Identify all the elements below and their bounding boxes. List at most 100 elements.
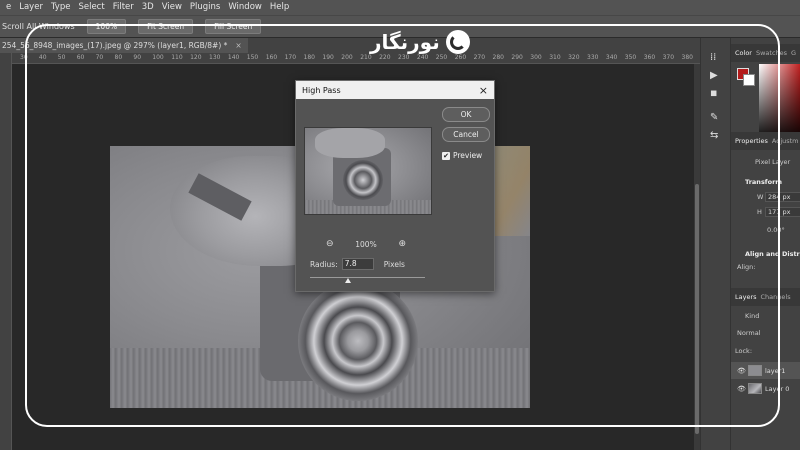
tab-properties[interactable]: Properties <box>735 137 768 145</box>
preview-checkbox[interactable]: ✔ <box>442 151 450 160</box>
comment-icon[interactable]: ◾ <box>710 88 717 99</box>
preview-checkbox-group[interactable]: ✔ Preview <box>442 151 482 160</box>
panel-tool-strip: ⁞⁞ ▶ ◾ ✎ ⇆ <box>700 38 730 450</box>
align-label: Align: <box>737 263 756 271</box>
tab-channels[interactable]: Channels <box>761 293 791 301</box>
layer-row-layer0[interactable]: 👁 Layer 0 <box>731 380 800 397</box>
preview-zoom-value: 100% <box>355 239 377 249</box>
close-icon[interactable]: × <box>479 85 488 96</box>
menu-edit[interactable]: e <box>2 0 15 15</box>
radius-input[interactable]: 7.8 <box>341 258 374 270</box>
blend-mode-select[interactable]: Normal <box>737 329 761 337</box>
ruler-tick-label: 250 <box>435 54 448 61</box>
tab-layers[interactable]: Layers <box>735 293 757 301</box>
ruler-tick-label: 300 <box>530 54 542 61</box>
ruler-tick-label: 140 <box>227 54 240 61</box>
document-tab[interactable]: 254_56_8948_images_(17).jpeg @ 297% (lay… <box>0 38 248 53</box>
ruler-horizontal[interactable]: 30 40 50 60 70 80 90 100 110 120 130 140 150 160 170 18… <box>12 53 700 64</box>
ruler-tick-label: 170 <box>284 54 297 61</box>
ruler-tick-label: 30 <box>20 54 28 61</box>
eye-icon[interactable]: 👁 <box>737 367 746 375</box>
radius-unit: Pixels <box>383 259 405 269</box>
radius-label: Radius: <box>310 259 338 269</box>
scroll-all-windows-checkbox[interactable]: Scroll All Windows <box>2 22 75 31</box>
high-pass-dialog: High Pass × OK Cancel ✔ Preview ⊖ 100% ⊕… <box>295 80 495 292</box>
ok-button[interactable]: OK <box>442 107 490 122</box>
brush-icon[interactable]: ✎ <box>710 112 718 123</box>
preview-camera-lens <box>343 160 383 200</box>
dialog-titlebar[interactable]: High Pass × <box>296 81 494 99</box>
tab-swatches[interactable]: Swatches <box>756 49 787 57</box>
ruler-tick-label: 230 <box>398 54 410 61</box>
filter-preview[interactable] <box>304 127 432 215</box>
camera-lens <box>298 281 418 401</box>
ruler-tick-label: 150 <box>246 54 259 61</box>
adjust-icon[interactable]: ⇆ <box>710 130 718 141</box>
ruler-tick-label: 120 <box>190 54 202 61</box>
layer-kind-filter[interactable]: Kind <box>745 312 759 320</box>
properties-panel-tabs: Properties Adjustm <box>731 132 800 150</box>
tab-color[interactable]: Color <box>735 49 752 57</box>
ruler-tick-label: 90 <box>133 54 142 61</box>
scrollbar-thumb[interactable] <box>695 184 699 434</box>
menu-filter[interactable]: Filter <box>109 0 138 15</box>
ruler-vertical[interactable] <box>0 53 12 450</box>
layer-row-layer1[interactable]: 👁 layer1 <box>731 362 800 379</box>
menu-window[interactable]: Window <box>224 0 266 15</box>
layer-name: Layer 0 <box>765 384 790 393</box>
height-field[interactable]: 177 px <box>765 207 800 217</box>
ruler-tick-label: 340 <box>605 54 618 61</box>
ruler-tick-label: 360 <box>643 54 656 61</box>
preview-zoom-controls: ⊖ 100% ⊕ <box>326 239 406 249</box>
align-distribute-heading[interactable]: Align and Distribu <box>745 250 800 258</box>
radius-slider-thumb[interactable] <box>345 278 351 283</box>
zoom-100-button[interactable]: 100% <box>86 19 127 34</box>
width-field[interactable]: 284 px <box>765 192 800 202</box>
ruler-tick-label: 350 <box>624 54 637 61</box>
watermark-logo: نورنگار <box>370 30 470 54</box>
tab-adjustments[interactable]: Adjustm <box>772 137 799 145</box>
fill-screen-button[interactable]: Fill Screen <box>205 19 262 34</box>
radius-slider-track[interactable] <box>310 277 425 278</box>
radius-row: Radius: 7.8 Pixels <box>310 258 405 270</box>
tab-gradients[interactable]: G <box>791 49 796 57</box>
menu-bar: e Layer Type Select Filter 3D View Plugi… <box>0 0 800 15</box>
angle-field[interactable]: 0.00° <box>767 226 785 234</box>
ruler-tick-label: 80 <box>114 54 123 61</box>
zoom-out-icon[interactable]: ⊖ <box>326 239 334 249</box>
eye-icon[interactable]: 👁 <box>737 385 746 393</box>
zoom-in-icon[interactable]: ⊕ <box>398 239 406 249</box>
menu-layer[interactable]: Layer <box>15 0 47 15</box>
layer-name: layer1 <box>765 366 786 375</box>
close-icon[interactable]: × <box>235 38 241 53</box>
ruler-tick-label: 190 <box>322 54 334 61</box>
preview-hand <box>315 128 385 158</box>
background-color-swatch[interactable] <box>743 74 755 86</box>
grip-icon[interactable]: ⁞⁞ <box>710 52 716 63</box>
ruler-tick-label: 270 <box>473 54 486 61</box>
menu-type[interactable]: Type <box>47 0 75 15</box>
menu-view[interactable]: View <box>158 0 186 15</box>
ruler-tick-label: 110 <box>171 54 183 61</box>
menu-help[interactable]: Help <box>266 0 293 15</box>
ruler-tick-label: 290 <box>511 54 523 61</box>
ruler-tick-label: 50 <box>57 54 66 61</box>
ruler-tick-label: 280 <box>492 54 504 61</box>
width-label: W <box>757 193 764 201</box>
brand-logo-icon <box>445 30 470 54</box>
menu-plugins[interactable]: Plugins <box>186 0 224 15</box>
ruler-tick-label: 210 <box>360 54 372 61</box>
right-panel-dock: Color Swatches G Properties Adjustm Pixe… <box>730 38 800 450</box>
preview-label: Preview <box>453 151 483 160</box>
ruler-tick-label: 200 <box>341 54 353 61</box>
lock-label: Lock: <box>735 347 753 355</box>
play-icon[interactable]: ▶ <box>710 70 718 81</box>
ruler-tick-label: 180 <box>303 54 315 61</box>
color-picker-field[interactable] <box>759 64 800 142</box>
watermark-text: نورنگار <box>370 30 440 54</box>
cancel-button[interactable]: Cancel <box>442 127 490 142</box>
transform-heading[interactable]: Transform <box>745 178 782 186</box>
fit-screen-button[interactable]: Fit Screen <box>138 19 194 34</box>
menu-3d[interactable]: 3D <box>138 0 158 15</box>
menu-select[interactable]: Select <box>74 0 108 15</box>
